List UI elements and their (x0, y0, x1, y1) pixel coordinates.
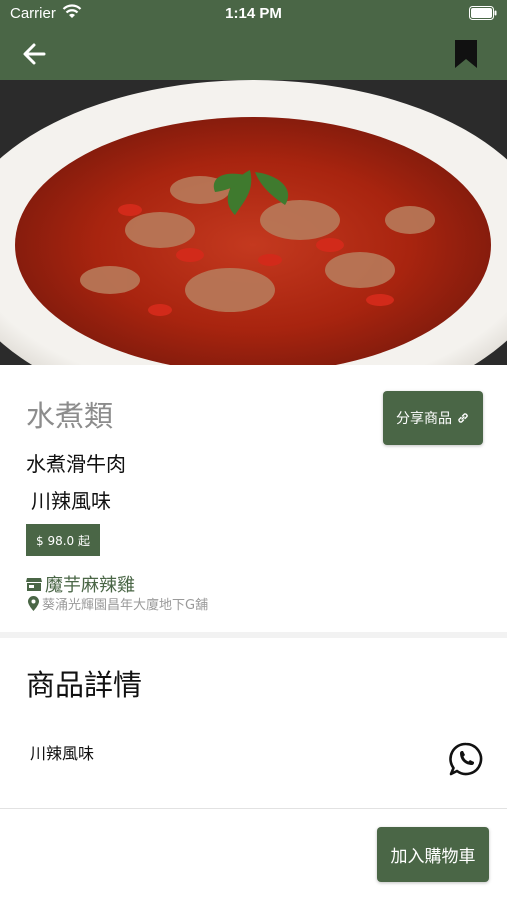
section-divider (0, 632, 507, 638)
top-navigation-bar (0, 28, 507, 80)
product-category: 水煮類 (26, 399, 114, 433)
arrow-left-icon (23, 43, 46, 65)
status-bar: Carrier 1:14 PM (0, 0, 507, 28)
share-product-button[interactable]: 分享商品 (383, 391, 483, 445)
whatsapp-icon (449, 742, 483, 776)
product-flavor: 川辣風味 (31, 489, 111, 513)
address-text: 葵涌光輝園昌年大廈地下G舖 (42, 598, 209, 613)
product-name: 水煮滑牛肉 (26, 452, 126, 476)
shop-address: 葵涌光輝園昌年大廈地下G舖 (28, 594, 208, 613)
store-icon (26, 578, 42, 591)
details-description: 川辣風味 (30, 744, 95, 763)
battery-icon (469, 6, 497, 20)
link-icon (458, 413, 468, 423)
product-image (0, 80, 507, 365)
bookmark-button[interactable] (453, 38, 479, 70)
whatsapp-button[interactable] (448, 741, 484, 777)
back-button[interactable] (20, 40, 52, 68)
share-label: 分享商品 (396, 411, 452, 427)
add-to-cart-button[interactable]: 加入購物車 (377, 827, 489, 882)
status-time: 1:14 PM (225, 5, 282, 22)
details-section-title: 商品詳情 (26, 668, 143, 702)
bookmark-icon (455, 40, 477, 68)
location-pin-icon (28, 596, 39, 611)
price-badge: $ 98.0 起 (26, 524, 100, 556)
product-image-carousel[interactable] (0, 80, 507, 365)
